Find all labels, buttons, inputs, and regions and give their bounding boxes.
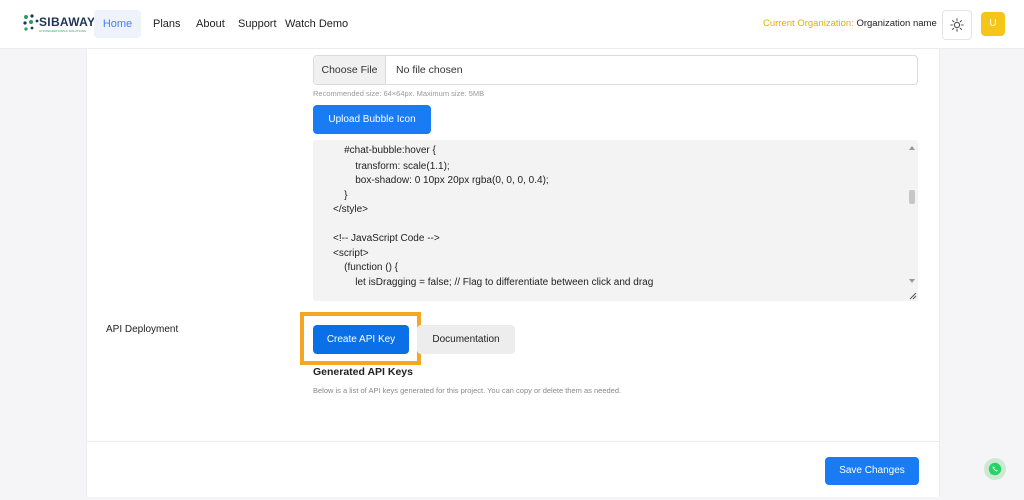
code-line: <script> [333, 248, 369, 259]
code-line: transform: scale(1.1); [333, 161, 450, 172]
footer-divider [86, 441, 940, 442]
org-label: Current Organization: [763, 18, 854, 29]
file-size-hint: Recommended size: 64×64px. Maximum size:… [313, 89, 485, 98]
nav-home[interactable]: Home [94, 10, 141, 38]
sibaway-logo[interactable]: SIBAWAY AI INTEGRATIONS & SOLUTIONS [22, 12, 95, 38]
scroll-up-arrow-icon[interactable] [909, 146, 915, 150]
current-organization: Current Organization: Organization name [763, 18, 937, 29]
nav-plans[interactable]: Plans [153, 10, 181, 38]
create-api-key-button[interactable]: Create API Key [313, 325, 409, 354]
code-line: box-shadow: 0 10px 20px rgba(0, 0, 0, 0.… [333, 175, 549, 186]
code-line: </style> [333, 204, 369, 215]
logo-text: SIBAWAY [39, 15, 96, 29]
org-name: Organization name [856, 18, 937, 29]
bubble-icon-file-input[interactable]: Choose File No file chosen [313, 55, 918, 85]
scrollbar-thumb[interactable] [909, 190, 915, 204]
whatsapp-icon [988, 462, 1002, 476]
code-line: } [333, 190, 348, 201]
top-navbar: SIBAWAY AI INTEGRATIONS & SOLUTIONS Home… [0, 0, 1024, 49]
embed-code-textarea[interactable]: #chat-bubble:hover { transform: scale(1.… [313, 140, 918, 301]
nav-support[interactable]: Support [238, 10, 277, 38]
upload-bubble-icon-button[interactable]: Upload Bubble Icon [313, 105, 431, 134]
resize-grip-icon[interactable] [907, 290, 917, 300]
sun-icon [950, 18, 964, 32]
code-line: (function () { [333, 262, 399, 273]
theme-toggle-button[interactable] [942, 10, 972, 40]
code-line: #chat-bubble:hover { [333, 145, 436, 156]
logo-tagline: AI INTEGRATIONS & SOLUTIONS [39, 29, 86, 33]
textarea-scrollbar[interactable] [906, 140, 918, 301]
documentation-button[interactable]: Documentation [417, 325, 515, 354]
file-status-text: No file chosen [396, 64, 463, 76]
code-line: let isDragging = false; // Flag to diffe… [333, 277, 654, 288]
user-avatar[interactable]: U [981, 12, 1005, 36]
save-changes-button[interactable]: Save Changes [825, 457, 919, 485]
generated-api-keys-description: Below is a list of API keys generated fo… [313, 386, 622, 395]
code-line: <!-- JavaScript Code --> [333, 233, 440, 244]
generated-api-keys-title: Generated API Keys [313, 366, 413, 378]
choose-file-button[interactable]: Choose File [314, 56, 386, 84]
whatsapp-chat-button[interactable] [984, 458, 1006, 480]
nav-watch-demo[interactable]: Watch Demo [285, 10, 348, 38]
api-deployment-label: API Deployment [106, 324, 179, 335]
nav-about[interactable]: About [196, 10, 225, 38]
scroll-down-arrow-icon[interactable] [909, 279, 915, 283]
